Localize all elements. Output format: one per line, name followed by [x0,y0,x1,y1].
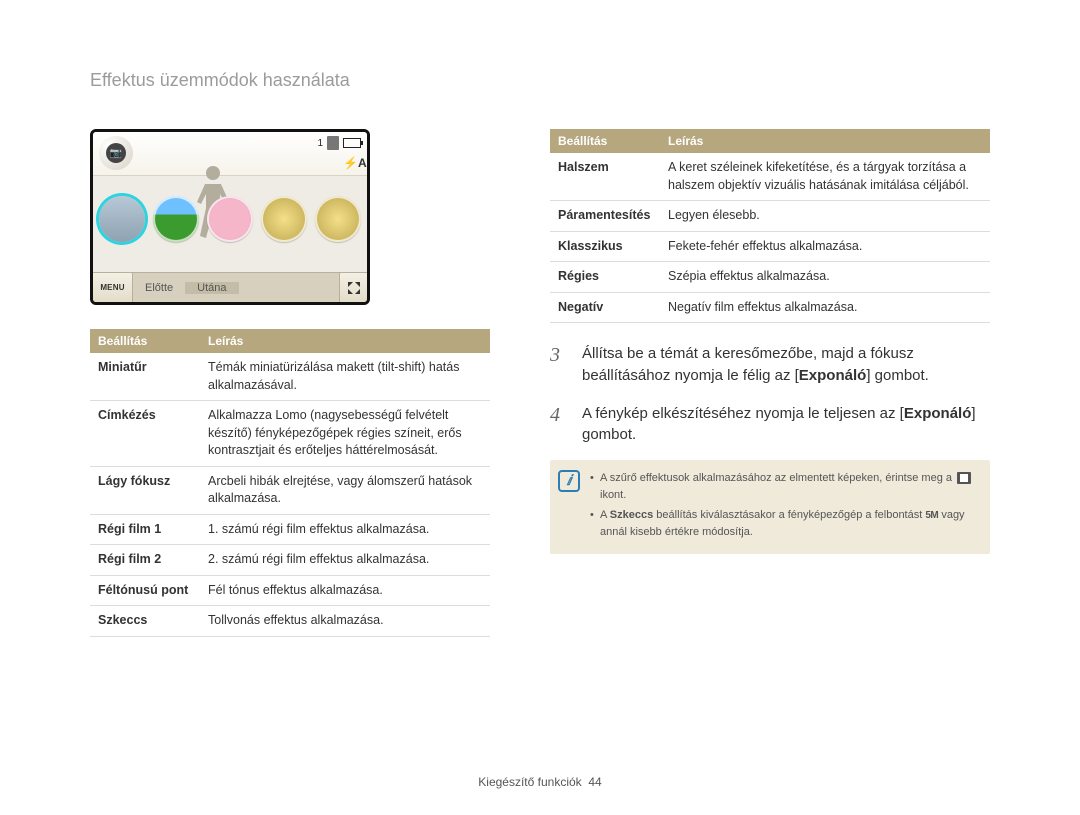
option-name: Klasszikus [550,231,660,262]
shots-remaining: 1 [317,138,323,149]
camera-lcd: 📷 1 ⚡A MENU Előtte [90,129,370,305]
effect-thumbnails [93,180,367,258]
option-desc: Tollvonás effektus alkalmazása. [200,606,490,637]
after-label[interactable]: Utána [185,282,238,294]
note-line-1: A szűrő effektusok alkalmazásához az elm… [590,470,978,503]
option-name: Lágy fókusz [90,466,200,514]
option-desc: Arcbeli hibák elrejtése, vagy álomszerű … [200,466,490,514]
option-desc: 2. számú régi film effektus alkalmazása. [200,545,490,576]
table-row: Lágy fókuszArcbeli hibák elrejtése, vagy… [90,466,490,514]
option-desc: Alkalmazza Lomo (nagysebességű felvételt… [200,401,490,467]
table-row: CímkézésAlkalmazza Lomo (nagysebességű f… [90,401,490,467]
effect-thumb-4[interactable] [261,196,307,242]
page-footer: Kiegészítő funkciók 44 [0,775,1080,789]
step-text: Állítsa be a témát a keresőmezőbe, majd … [582,341,990,387]
table-row: PáramentesítésLegyen élesebb. [550,201,990,232]
step-bold: Exponáló [799,367,867,384]
option-name: Címkézés [90,401,200,467]
camera-icon: 📷 [106,143,126,163]
camera-mode-icon: 📷 [99,136,133,170]
effects-table-right: Beállítás Leírás HalszemA keret széleine… [550,129,990,323]
option-desc: Negatív film effektus alkalmazása. [660,292,990,323]
table-row: Régi film 22. számú régi film effektus a… [90,545,490,576]
page-title: Effektus üzemmódok használata [90,70,990,91]
table-row: NegatívNegatív film effektus alkalmazása… [550,292,990,323]
flash-auto-icon: ⚡A [343,156,359,172]
step-text-b: ] gombot. [866,367,929,384]
lcd-top-bar: 📷 1 ⚡A [93,132,367,176]
expand-icon [347,281,361,295]
note-bold: Szkeccs [610,509,653,521]
step-3: 3 Állítsa be a témát a keresőmezőbe, maj… [550,341,990,387]
table-header-desc: Leírás [200,329,490,353]
before-label[interactable]: Előtte [133,282,185,294]
table-header-setting: Beállítás [550,129,660,153]
effect-thumb-5[interactable] [315,196,361,242]
option-desc: Fél tónus effektus alkalmazása. [200,575,490,606]
lcd-status-area: 1 [317,136,361,150]
effect-thumb-2[interactable] [153,196,199,242]
footer-page-number: 44 [588,775,601,789]
note-icon: ⅈ [558,470,580,492]
note-line-2: A Szkeccs beállítás kiválasztásakor a fé… [590,507,978,540]
option-desc: Legyen élesebb. [660,201,990,232]
table-row: KlasszikusFekete-fehér effektus alkalmaz… [550,231,990,262]
option-name: Féltónusú pont [90,575,200,606]
option-name: Miniatűr [90,353,200,401]
step-bold: Exponáló [904,405,972,422]
option-name: Halszem [550,153,660,201]
table-header-desc: Leírás [660,129,990,153]
menu-button[interactable]: MENU [93,273,133,303]
option-desc: Fekete-fehér effektus alkalmazása. [660,231,990,262]
option-name: Szkeccs [90,606,200,637]
option-name: Páramentesítés [550,201,660,232]
option-name: Régi film 1 [90,514,200,545]
table-row: Féltónusú pontFél tónus effektus alkalma… [90,575,490,606]
sd-card-icon [327,136,339,150]
step-text-a: A fénykép elkészítéséhez nyomja le telje… [582,405,904,422]
table-row: Régi film 11. számú régi film effektus a… [90,514,490,545]
option-desc: Témák miniatürizálása makett (tilt-shift… [200,353,490,401]
note-text: beállítás kiválasztásakor a fényképezőgé… [653,509,925,521]
option-name: Negatív [550,292,660,323]
resolution-label: 5M [925,510,938,521]
gallery-filter-icon [957,472,971,484]
option-desc: 1. számú régi film effektus alkalmazása. [200,514,490,545]
step-number: 3 [550,341,568,387]
option-desc: A keret széleinek kifeketítése, és a tár… [660,153,990,201]
effect-thumb-1[interactable] [99,196,145,242]
table-row: MiniatűrTémák miniatürizálása makett (ti… [90,353,490,401]
battery-icon [343,138,361,148]
note-text: A szűrő effektusok alkalmazásához az elm… [600,472,955,484]
content-columns: 📷 1 ⚡A MENU Előtte [90,129,990,655]
note-text: A [600,509,610,521]
option-name: Régi film 2 [90,545,200,576]
effect-thumb-3[interactable] [207,196,253,242]
table-row: HalszemA keret széleinek kifeketítése, é… [550,153,990,201]
lcd-bottom-bar: MENU Előtte Utána [93,272,367,302]
left-column: 📷 1 ⚡A MENU Előtte [90,129,490,655]
table-row: RégiesSzépia effektus alkalmazása. [550,262,990,293]
table-row: SzkeccsTollvonás effektus alkalmazása. [90,606,490,637]
note-box: ⅈ A szűrő effektusok alkalmazásához az e… [550,460,990,554]
option-desc: Szépia effektus alkalmazása. [660,262,990,293]
option-name: Régies [550,262,660,293]
footer-section: Kiegészítő funkciók [478,775,581,789]
table-header-setting: Beállítás [90,329,200,353]
step-4: 4 A fénykép elkészítéséhez nyomja le tel… [550,401,990,447]
note-text: ikont. [600,489,626,501]
effects-table-left: Beállítás Leírás MiniatűrTémák miniatüri… [90,329,490,637]
step-text: A fénykép elkészítéséhez nyomja le telje… [582,401,990,447]
right-column: Beállítás Leírás HalszemA keret széleine… [550,129,990,655]
step-number: 4 [550,401,568,447]
expand-button[interactable] [339,273,367,303]
